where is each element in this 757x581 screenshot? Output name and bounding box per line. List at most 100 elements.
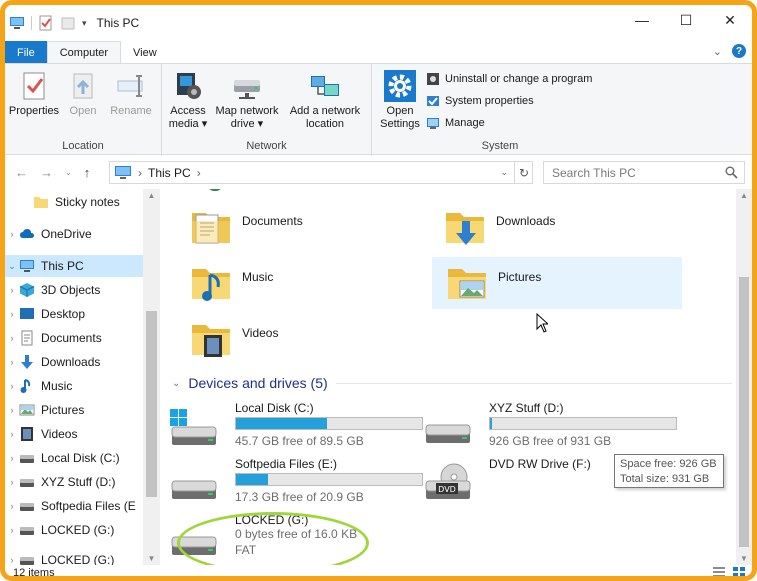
sidebar-item-locked-g-2[interactable]: › LOCKED (G:): [5, 549, 143, 565]
tab-file[interactable]: File: [5, 41, 47, 64]
folder-pictures[interactable]: Pictures: [432, 257, 682, 309]
sidebar-scrollbar[interactable]: ▲ ▼: [143, 189, 160, 565]
scroll-up-arrow-icon[interactable]: ▲: [736, 191, 752, 200]
breadcrumb-separator-icon[interactable]: ›: [138, 166, 142, 180]
details-view-icon[interactable]: [712, 566, 726, 576]
hard-drive-icon: [425, 424, 471, 443]
search-field[interactable]: Search This PC: [543, 161, 745, 184]
sidebar-item-downloads[interactable]: › Downloads: [5, 351, 143, 373]
tab-computer[interactable]: Computer: [46, 41, 122, 64]
new-folder-icon[interactable]: [60, 15, 76, 31]
drive-icon: [20, 557, 34, 565]
open-button[interactable]: Open: [65, 70, 101, 118]
content-pane: Documents Downloads Music Pictures Video…: [160, 189, 736, 565]
folder-music[interactable]: Music: [176, 257, 426, 309]
sidebar-item-sticky-notes[interactable]: Sticky notes: [5, 191, 143, 213]
expand-chevron-icon[interactable]: ›: [5, 381, 19, 391]
scroll-down-arrow-icon[interactable]: ▼: [143, 554, 160, 563]
drive-softpedia-files-e[interactable]: Softpedia Files (E:) 17.3 GB free of 20.…: [160, 455, 423, 507]
tab-view[interactable]: View: [121, 41, 169, 64]
expand-chevron-icon[interactable]: ›: [5, 309, 19, 319]
properties-button[interactable]: Properties: [7, 70, 61, 118]
scroll-down-arrow-icon[interactable]: ▼: [736, 554, 752, 563]
ribbon-group-label: System: [481, 140, 519, 152]
breadcrumb-this-pc[interactable]: This PC: [148, 166, 191, 180]
devices-section-header[interactable]: ⌄ Devices and drives (5): [172, 373, 732, 393]
drive-local-disk-c[interactable]: Local Disk (C:) 45.7 GB free of 89.5 GB: [160, 399, 423, 451]
access-media-button[interactable]: Access media ▾: [166, 70, 210, 131]
back-arrow-icon[interactable]: ←: [15, 165, 28, 180]
properties-check-icon[interactable]: [38, 15, 54, 31]
map-network-drive-button[interactable]: Map network drive ▾: [210, 70, 284, 131]
drive-xyz-stuff-d[interactable]: XYZ Stuff (D:) 926 GB free of 931 GB: [414, 399, 677, 451]
expand-chevron-icon[interactable]: ›: [5, 229, 19, 239]
open-icon: [73, 73, 93, 99]
expand-chevron-icon[interactable]: ›: [5, 429, 19, 439]
expand-chevron-icon[interactable]: ›: [5, 357, 19, 367]
content-scrollbar[interactable]: ▲ ▼: [736, 189, 752, 565]
folder-downloads[interactable]: Downloads: [430, 201, 680, 253]
address-dropdown-chevron-icon[interactable]: ⌄: [500, 167, 508, 178]
manage-button[interactable]: Manage: [426, 116, 485, 130]
sidebar-item-xyz-stuff-d[interactable]: › XYZ Stuff (D:): [5, 471, 143, 493]
expand-chevron-icon[interactable]: ›: [5, 501, 19, 511]
collapse-chevron-icon[interactable]: ⌄: [172, 378, 180, 389]
desktop-icon: [20, 308, 34, 319]
maximize-button[interactable]: ☐: [664, 5, 708, 35]
expand-chevron-icon[interactable]: ›: [5, 453, 19, 463]
open-settings-button[interactable]: Open Settings: [376, 70, 424, 131]
sidebar-item-videos[interactable]: › Videos: [5, 423, 143, 445]
system-properties-button[interactable]: System properties: [426, 94, 534, 108]
expand-chevron-icon[interactable]: ›: [5, 555, 19, 565]
expand-chevron-icon[interactable]: ›: [5, 285, 19, 295]
windows-drive-icon: [170, 409, 217, 445]
downloads-icon: [21, 355, 33, 369]
forward-arrow-icon[interactable]: →: [40, 165, 53, 180]
computer-icon: [20, 260, 34, 272]
expand-chevron-icon[interactable]: ›: [5, 405, 19, 415]
navigation-pane: Sticky notes › OneDrive ⌄ This PC › 3D O…: [5, 189, 160, 565]
expand-ribbon-chevron-icon[interactable]: ⌄: [713, 45, 722, 58]
help-icon[interactable]: ?: [732, 44, 746, 58]
uninstall-program-button[interactable]: Uninstall or change a program: [426, 72, 592, 86]
manage-icon: [427, 118, 439, 129]
sidebar-item-locked-g[interactable]: › LOCKED (G:): [5, 519, 143, 541]
breadcrumb-separator-icon[interactable]: ›: [197, 166, 201, 180]
expand-chevron-icon[interactable]: ›: [5, 333, 19, 343]
ribbon-group-label: Network: [246, 140, 287, 152]
folder-icon: [34, 197, 48, 208]
sidebar-item-3d-objects[interactable]: › 3D Objects: [5, 279, 143, 301]
drive-usage-fill: [490, 418, 492, 429]
address-bar[interactable]: › This PC › ⌄: [109, 161, 533, 184]
rename-icon: [117, 75, 143, 97]
sidebar-item-documents[interactable]: › Documents: [5, 327, 143, 349]
sidebar-item-softpedia-files-e[interactable]: › Softpedia Files (E: [5, 495, 143, 517]
add-network-location-button[interactable]: Add a network location: [286, 70, 364, 131]
scroll-up-arrow-icon[interactable]: ▲: [143, 191, 160, 200]
expand-chevron-icon[interactable]: ›: [5, 477, 19, 487]
sidebar-item-onedrive[interactable]: › OneDrive: [5, 223, 143, 245]
minimize-button[interactable]: —: [620, 5, 664, 35]
sidebar-item-local-disk-c[interactable]: › Local Disk (C:): [5, 447, 143, 469]
sidebar-item-this-pc[interactable]: ⌄ This PC: [5, 255, 143, 277]
computer-icon: [115, 166, 131, 179]
sidebar-item-desktop[interactable]: › Desktop: [5, 303, 143, 325]
scrollbar-thumb[interactable]: [146, 311, 157, 497]
recent-locations-chevron-icon[interactable]: ⌄: [65, 168, 72, 180]
customize-toolbar-chevron-icon[interactable]: ▾: [82, 18, 87, 29]
sidebar-item-music[interactable]: › Music: [5, 375, 143, 397]
expand-chevron-icon[interactable]: ›: [5, 525, 19, 535]
folder-videos[interactable]: Videos: [176, 313, 426, 365]
refresh-icon[interactable]: ↻: [514, 161, 533, 184]
folder-documents[interactable]: Documents: [176, 201, 426, 253]
collapse-chevron-icon[interactable]: ⌄: [5, 261, 19, 272]
sidebar-item-pictures[interactable]: › Pictures: [5, 399, 143, 421]
close-button[interactable]: ✕: [708, 5, 752, 35]
access-media-icon: [177, 73, 201, 99]
up-arrow-icon[interactable]: ↑: [84, 165, 91, 180]
scrollbar-thumb[interactable]: [739, 277, 749, 547]
rename-button[interactable]: Rename: [107, 70, 155, 118]
window-frame: ▾ This PC — ☐ ✕ File Computer View ⌄ ? P…: [0, 0, 757, 581]
drive-usage-bar: [235, 473, 423, 486]
large-icons-view-icon[interactable]: [732, 566, 746, 576]
